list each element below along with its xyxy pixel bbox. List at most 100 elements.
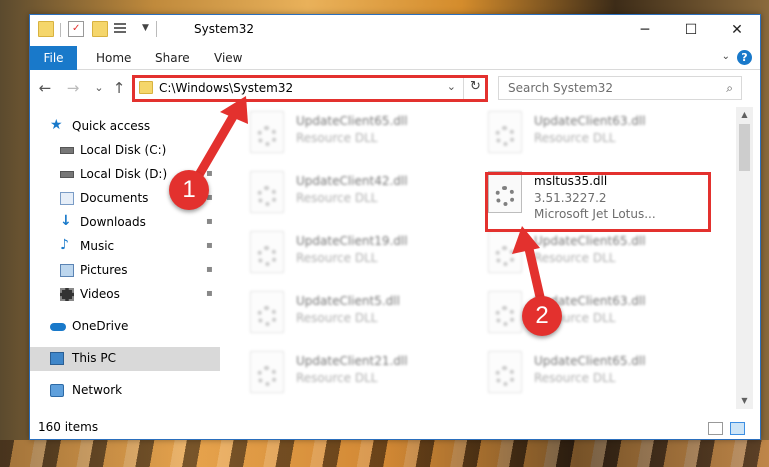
dll-file-icon xyxy=(250,351,284,393)
sidebar-item-music[interactable]: ♪ Music ▪ xyxy=(30,235,220,259)
large-icons-view-icon[interactable] xyxy=(730,422,745,435)
drive-icon xyxy=(60,147,74,154)
ribbon-tabs: File Home Share View ⌄ ? xyxy=(30,46,760,70)
star-icon: ★ xyxy=(50,117,63,133)
recent-locations-button[interactable]: ⌄ xyxy=(90,81,108,94)
pin-icon[interactable]: ▪ xyxy=(206,216,213,227)
dll-file-icon xyxy=(488,351,522,393)
properties-icon[interactable]: ✓ xyxy=(68,21,84,37)
forward-button[interactable]: → xyxy=(64,79,82,97)
customize-toolbar-icon[interactable] xyxy=(114,21,130,37)
maximize-button[interactable]: ☐ xyxy=(668,15,714,45)
dll-file-icon xyxy=(488,231,522,273)
file-description: Resource DLL xyxy=(534,371,616,385)
vertical-scrollbar[interactable]: ▲ ▼ xyxy=(736,107,753,409)
file-name: UpdateClient21.dll xyxy=(296,354,408,368)
sidebar-item-downloads[interactable]: ↓ Downloads ▪ xyxy=(30,211,220,235)
sidebar-item-pictures[interactable]: Pictures ▪ xyxy=(30,259,220,283)
tab-view[interactable]: View xyxy=(214,46,242,70)
videos-icon xyxy=(60,288,74,301)
pin-icon[interactable]: ▪ xyxy=(206,288,213,299)
details-view-icon[interactable] xyxy=(708,422,723,435)
dll-file-icon xyxy=(488,111,522,153)
sidebar-item-label: Pictures xyxy=(80,263,128,277)
status-bar: 160 items xyxy=(30,417,760,439)
scroll-thumb[interactable] xyxy=(739,124,750,171)
callout-badge-1: 1 xyxy=(169,170,209,210)
sidebar-item-label: Quick access xyxy=(72,119,151,133)
close-button[interactable]: ✕ xyxy=(714,15,760,45)
scroll-down-button[interactable]: ▼ xyxy=(736,393,753,409)
expand-ribbon-icon[interactable]: ⌄ xyxy=(722,51,730,62)
search-icon[interactable]: ⌕ xyxy=(726,81,733,96)
minimize-button[interactable]: ─ xyxy=(622,15,668,45)
search-input[interactable]: Search System32 xyxy=(508,81,613,95)
file-name: UpdateClient5.dll xyxy=(296,294,400,308)
dll-file-icon xyxy=(250,171,284,213)
music-icon: ♪ xyxy=(60,237,69,253)
file-item[interactable]: UpdateClient63.dll Resource DLL xyxy=(461,287,691,341)
drive-icon xyxy=(60,171,74,178)
tab-home[interactable]: Home xyxy=(96,46,131,70)
file-item[interactable]: UpdateClient5.dll Resource DLL xyxy=(223,287,453,341)
help-icon[interactable]: ? xyxy=(737,50,752,65)
download-icon: ↓ xyxy=(60,213,72,229)
file-item[interactable]: UpdateClient63.dll Resource DLL xyxy=(461,107,691,161)
scroll-up-button[interactable]: ▲ xyxy=(736,107,753,123)
quick-access-dropdown-icon[interactable]: ▼ xyxy=(142,23,149,33)
pin-icon[interactable]: ▪ xyxy=(206,240,213,251)
new-folder-icon[interactable] xyxy=(92,21,108,37)
file-item[interactable]: UpdateClient19.dll Resource DLL xyxy=(223,227,453,281)
sidebar-item-label: Downloads xyxy=(80,215,146,229)
file-description: Resource DLL xyxy=(534,131,616,145)
pin-icon[interactable]: ▪ xyxy=(206,168,213,179)
search-box[interactable]: Search System32 ⌕ xyxy=(498,76,742,100)
cloud-icon xyxy=(50,323,66,331)
sidebar-item-label: Videos xyxy=(80,287,120,301)
file-explorer-window: ✓ ▼ System32 ─ ☐ ✕ File Home Share View … xyxy=(29,14,761,440)
pin-icon[interactable]: ▪ xyxy=(206,264,213,275)
computer-icon xyxy=(50,352,64,365)
sidebar-item-onedrive[interactable]: OneDrive xyxy=(30,315,220,339)
sidebar-item-label: Network xyxy=(72,383,123,397)
pictures-icon xyxy=(60,264,74,277)
documents-icon xyxy=(60,192,74,205)
dll-file-icon xyxy=(488,291,522,333)
file-item[interactable]: UpdateClient65.dll Resource DLL xyxy=(223,107,453,161)
sidebar-item-quick-access[interactable]: ★ Quick access xyxy=(30,115,220,139)
back-button[interactable]: ← xyxy=(36,79,54,97)
sidebar-item-network[interactable]: Network xyxy=(30,379,220,403)
sidebar-item-label: Music xyxy=(80,239,115,253)
tab-share[interactable]: Share xyxy=(155,46,190,70)
sidebar-item-this-pc[interactable]: This PC xyxy=(30,347,220,371)
file-name: UpdateClient42.dll xyxy=(296,174,408,188)
title-separator xyxy=(60,23,61,37)
navigation-bar: ← → ⌄ ↑ C:\Windows\System32 ⌄ ↻ Search S… xyxy=(30,71,760,105)
sidebar-item-label: OneDrive xyxy=(72,319,129,333)
file-item[interactable]: UpdateClient65.dll Resource DLL xyxy=(461,347,691,401)
sidebar-item-local-disk-c[interactable]: Local Disk (C:) xyxy=(30,139,220,163)
file-name: UpdateClient19.dll xyxy=(296,234,408,248)
file-description: Resource DLL xyxy=(296,371,378,385)
sidebar-item-label: This PC xyxy=(72,351,116,365)
file-item[interactable]: UpdateClient65.dll Resource DLL xyxy=(461,227,691,281)
title-divider xyxy=(156,21,157,37)
dll-file-icon xyxy=(250,111,284,153)
address-highlight-box xyxy=(132,75,488,102)
navigation-pane: ★ Quick access Local Disk (C:) Local Dis… xyxy=(30,107,220,409)
sidebar-item-label: Local Disk (C:) xyxy=(80,143,167,157)
file-item[interactable]: UpdateClient42.dll Resource DLL xyxy=(223,167,453,221)
desktop-background xyxy=(0,440,769,467)
tab-file[interactable]: File xyxy=(30,46,77,70)
sidebar-item-videos[interactable]: Videos ▪ xyxy=(30,283,220,307)
file-item[interactable]: UpdateClient21.dll Resource DLL xyxy=(223,347,453,401)
title-bar: ✓ ▼ System32 ─ ☐ ✕ xyxy=(30,15,760,45)
file-name: UpdateClient63.dll xyxy=(534,114,646,128)
file-highlight-box xyxy=(485,172,711,232)
item-count: 160 items xyxy=(38,420,99,434)
dll-file-icon xyxy=(250,291,284,333)
up-button[interactable]: ↑ xyxy=(110,79,128,97)
sidebar-item-label: Local Disk (D:) xyxy=(80,167,168,181)
file-name: UpdateClient65.dll xyxy=(534,234,646,248)
dll-file-icon xyxy=(250,231,284,273)
